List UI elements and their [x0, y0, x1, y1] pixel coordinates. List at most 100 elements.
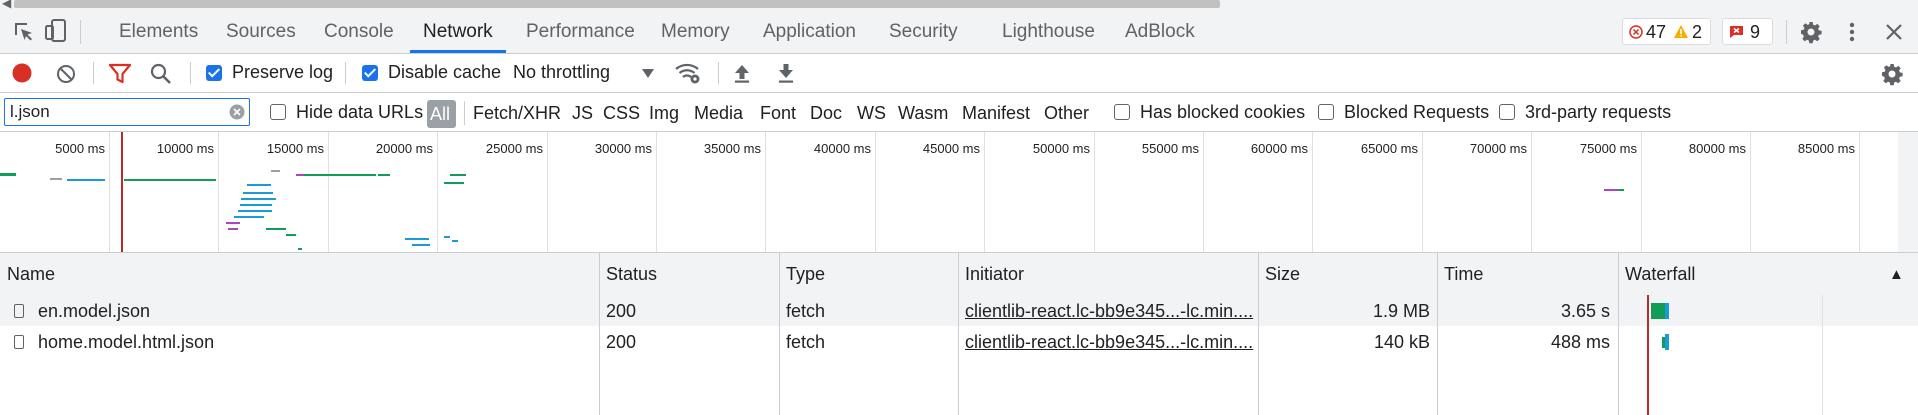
devtools-tab-bar: Elements Sources Console Network Perform…	[0, 10, 1918, 54]
divider	[464, 101, 465, 125]
throttling-select[interactable]: No throttling	[513, 62, 610, 83]
column-separator[interactable]	[1618, 253, 1619, 415]
more-options-icon[interactable]	[1846, 20, 1858, 44]
tab-network[interactable]: Network	[410, 10, 506, 53]
hide-data-urls-checkbox[interactable]	[270, 104, 286, 120]
column-separator[interactable]	[599, 253, 600, 415]
column-separator[interactable]	[958, 253, 959, 415]
column-header-type[interactable]: Type	[786, 264, 825, 285]
column-header-waterfall[interactable]: Waterfall	[1625, 264, 1695, 285]
filter-input[interactable]: l.json	[4, 98, 250, 126]
request-time: 3.65 s	[1560, 301, 1610, 321]
type-filter-fetch-xhr[interactable]: Fetch/XHR	[473, 103, 561, 124]
blocked-requests-checkbox[interactable]	[1318, 104, 1334, 120]
type-filter-js[interactable]: JS	[572, 103, 593, 124]
table-row[interactable]: en.model.json 200 fetch clientlib-react.…	[0, 295, 1918, 326]
waterfall-bar[interactable]	[1651, 303, 1666, 319]
type-filter-doc[interactable]: Doc	[810, 103, 842, 124]
device-toolbar-icon[interactable]	[44, 18, 68, 44]
column-header-size[interactable]: Size	[1265, 264, 1300, 285]
scrollbar-thumb[interactable]	[14, 0, 1220, 8]
tab-security[interactable]: Security	[889, 10, 958, 53]
load-event-marker	[1647, 295, 1649, 415]
divider	[345, 62, 346, 84]
tab-lighthouse[interactable]: Lighthouse	[1002, 10, 1095, 53]
network-conditions-icon[interactable]	[674, 61, 702, 85]
search-icon[interactable]	[150, 63, 172, 85]
request-status: 200	[606, 332, 637, 352]
file-icon	[14, 304, 24, 318]
tab-elements[interactable]: Elements	[119, 10, 198, 53]
blocked-requests-label[interactable]: Blocked Requests	[1344, 102, 1489, 123]
tab-adblock[interactable]: AdBlock	[1125, 10, 1195, 53]
type-filter-other[interactable]: Other	[1044, 103, 1089, 124]
third-party-requests-label[interactable]: 3rd-party requests	[1525, 102, 1671, 123]
type-filter-manifest[interactable]: Manifest	[962, 103, 1030, 124]
column-header-time[interactable]: Time	[1444, 264, 1483, 285]
tab-performance[interactable]: Performance	[526, 10, 635, 53]
type-filter-css[interactable]: CSS	[603, 103, 640, 124]
network-settings-gear-icon[interactable]	[1880, 62, 1904, 86]
request-time: 488 ms	[1550, 332, 1610, 352]
close-devtools-icon[interactable]	[1885, 23, 1903, 41]
console-errors-warnings-counter[interactable]: 47 2	[1622, 18, 1711, 45]
request-status: 200	[606, 301, 637, 321]
has-blocked-cookies-label[interactable]: Has blocked cookies	[1140, 102, 1305, 123]
request-size: 1.9 MB	[1372, 301, 1430, 321]
tab-application[interactable]: Application	[763, 10, 856, 53]
divider	[190, 62, 191, 84]
tab-console[interactable]: Console	[324, 10, 394, 53]
divider	[1786, 20, 1787, 44]
filter-input-value: l.json	[10, 102, 50, 121]
type-filter-img[interactable]: Img	[649, 103, 679, 124]
chevron-down-icon[interactable]	[642, 69, 654, 78]
issues-counter[interactable]: 9	[1722, 18, 1773, 45]
overview-bars	[0, 132, 1624, 252]
type-filter-media[interactable]: Media	[694, 103, 743, 124]
column-header-initiator[interactable]: Initiator	[965, 264, 1024, 285]
filter-icon[interactable]	[109, 63, 131, 84]
type-filter-font[interactable]: Font	[760, 103, 796, 124]
tab-sources[interactable]: Sources	[226, 10, 296, 53]
disable-cache-label[interactable]: Disable cache	[388, 62, 501, 83]
preserve-log-checkbox[interactable]	[206, 65, 222, 81]
waterfall-bar-download	[1665, 334, 1669, 350]
settings-gear-icon[interactable]	[1799, 20, 1823, 44]
clear-filter-icon[interactable]	[229, 104, 245, 120]
export-har-icon[interactable]	[777, 63, 795, 83]
issue-icon	[1730, 26, 1743, 38]
column-separator[interactable]	[1258, 253, 1259, 415]
request-name: en.model.json	[38, 301, 151, 321]
scroll-left-arrow-icon[interactable]: ◀	[2, 0, 11, 10]
waterfall-gridline	[1822, 295, 1823, 415]
waterfall-bar-download	[1665, 303, 1669, 319]
clear-icon[interactable]	[56, 64, 76, 84]
preserve-log-label[interactable]: Preserve log	[232, 62, 333, 83]
table-row[interactable]: home.model.html.json 200 fetch clientlib…	[0, 326, 1918, 357]
overview-scroll-gutter	[1898, 132, 1918, 252]
file-icon	[14, 335, 24, 349]
tab-memory[interactable]: Memory	[661, 10, 730, 53]
type-filter-all[interactable]: All	[427, 100, 456, 128]
hide-data-urls-label[interactable]: Hide data URLs	[296, 102, 423, 123]
column-header-status[interactable]: Status	[606, 264, 657, 285]
record-icon[interactable]	[12, 63, 32, 83]
warning-icon	[1674, 25, 1688, 38]
request-name: home.model.html.json	[38, 332, 215, 352]
type-filter-ws[interactable]: WS	[857, 103, 886, 124]
request-size: 140 kB	[1373, 332, 1430, 352]
disable-cache-checkbox[interactable]	[362, 65, 378, 81]
import-har-icon[interactable]	[733, 63, 751, 83]
inspect-element-icon[interactable]	[12, 20, 36, 44]
divider	[80, 20, 81, 44]
has-blocked-cookies-checkbox[interactable]	[1114, 104, 1130, 120]
third-party-requests-checkbox[interactable]	[1499, 104, 1515, 120]
request-initiator-link[interactable]: clientlib-react.lc-bb9e345...-lc.min....	[965, 332, 1255, 353]
column-separator[interactable]	[1437, 253, 1438, 415]
warning-count: 2	[1692, 22, 1703, 42]
type-filter-wasm[interactable]: Wasm	[898, 103, 948, 124]
sort-ascending-icon[interactable]: ▲	[1889, 266, 1904, 283]
column-separator[interactable]	[779, 253, 780, 415]
request-initiator-link[interactable]: clientlib-react.lc-bb9e345...-lc.min....	[965, 301, 1255, 322]
column-header-name[interactable]: Name	[7, 264, 55, 285]
